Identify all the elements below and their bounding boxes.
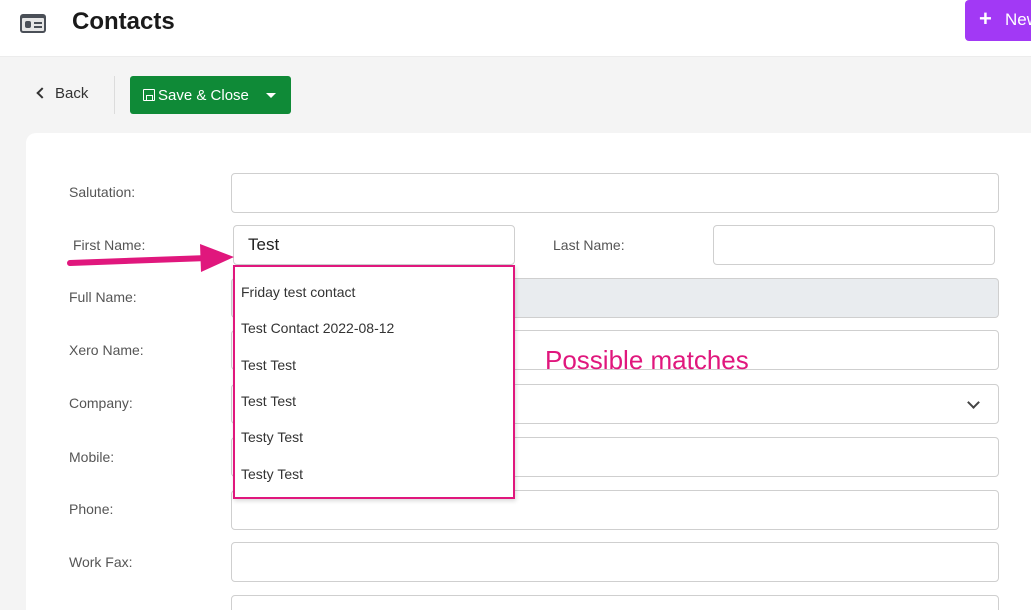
last-name-label: Last Name: (553, 237, 625, 253)
company-label: Company: (69, 395, 133, 411)
save-close-button[interactable]: Save & Close (130, 76, 252, 114)
back-button[interactable]: Back (36, 85, 89, 102)
suggestion-item[interactable]: Testy Test (241, 466, 303, 482)
suggestion-item[interactable]: Test Test (241, 357, 296, 373)
autocomplete-suggestions: Friday test contact Test Contact 2022-08… (233, 265, 515, 499)
suggestion-item[interactable]: Friday test contact (241, 284, 355, 300)
new-button-label: New (1005, 10, 1031, 29)
toolbar-divider (114, 76, 115, 114)
page-title: Contacts (72, 8, 175, 35)
caret-down-icon (266, 93, 276, 98)
full-name-label: Full Name: (69, 289, 137, 305)
plus-icon: + (979, 6, 992, 31)
annotation-text: Possible matches (545, 345, 749, 375)
work-fax-input[interactable] (231, 542, 999, 582)
xero-name-label: Xero Name: (69, 342, 144, 358)
salutation-label: Salutation: (69, 184, 136, 200)
mobile-label: Mobile: (69, 449, 115, 465)
work-fax-label: Work Fax: (69, 554, 133, 570)
suggestion-item[interactable]: Testy Test (241, 429, 303, 445)
first-name-input[interactable]: Test (233, 225, 515, 265)
annotation-arrow (67, 244, 234, 272)
save-close-button-group: Save & Close (130, 76, 291, 114)
floppy-disk-icon (143, 89, 155, 101)
suggestion-item[interactable]: Test Contact 2022-08-12 (241, 320, 394, 336)
contact-card-icon (20, 14, 46, 33)
salutation-input[interactable] (231, 173, 999, 213)
phone-label: Phone: (69, 501, 114, 517)
new-button[interactable]: + New (965, 0, 1031, 41)
top-bar: Contacts + New (0, 0, 1031, 57)
chevron-left-icon (36, 87, 48, 99)
last-name-input[interactable] (713, 225, 995, 265)
email-input[interactable] (231, 595, 999, 610)
save-close-label: Save & Close (158, 87, 249, 104)
save-options-dropdown[interactable] (252, 76, 291, 114)
back-label: Back (55, 85, 89, 102)
suggestion-item[interactable]: Test Test (241, 393, 296, 409)
